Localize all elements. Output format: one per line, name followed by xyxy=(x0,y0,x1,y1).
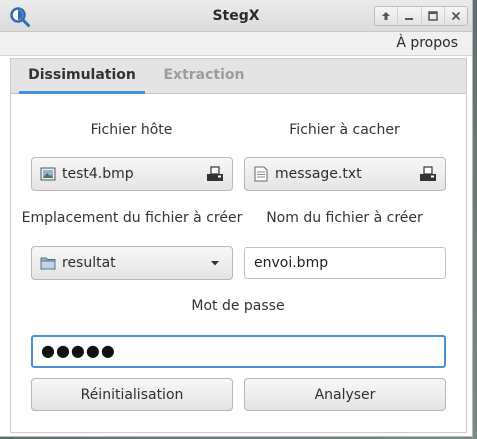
title-bar[interactable]: StegX xyxy=(0,0,472,32)
analyze-button[interactable]: Analyser xyxy=(244,378,446,411)
maximize-button[interactable] xyxy=(422,7,445,25)
close-icon xyxy=(451,11,461,21)
dissimulation-panel: Fichier hôte Fichier à cacher test4.bmp xyxy=(10,94,467,433)
tab-extraction[interactable]: Extraction xyxy=(151,59,257,94)
hidden-file-value: message.txt xyxy=(275,166,362,182)
reset-button[interactable]: Réinitialisation xyxy=(31,378,233,411)
text-file-icon xyxy=(254,166,268,182)
host-file-button[interactable]: test4.bmp xyxy=(31,157,233,191)
app-window: StegX À propos Dissimulation Extraction … xyxy=(0,0,473,437)
arrow-up-icon xyxy=(382,12,391,20)
menu-about[interactable]: À propos xyxy=(396,35,458,51)
keep-above-button[interactable] xyxy=(375,7,399,25)
open-document-icon xyxy=(420,166,436,181)
location-value: resultat xyxy=(62,255,116,271)
window-controls xyxy=(374,6,468,26)
host-file-value: test4.bmp xyxy=(62,166,134,182)
password-mask: ●●●●● xyxy=(41,341,116,360)
close-button[interactable] xyxy=(445,7,467,25)
tab-dissimulation[interactable]: Dissimulation xyxy=(19,59,145,94)
location-folder-select[interactable]: resultat xyxy=(31,246,233,280)
chevron-down-icon xyxy=(211,261,219,266)
menu-bar: À propos xyxy=(0,32,472,56)
password-label: Mot de passe xyxy=(191,298,285,314)
folder-icon xyxy=(40,257,56,270)
hidden-file-label: Fichier à cacher xyxy=(289,122,400,138)
output-name-field[interactable]: envoi.bmp xyxy=(244,247,446,279)
image-file-icon xyxy=(40,167,56,181)
tab-bar: Dissimulation Extraction xyxy=(10,58,467,94)
maximize-icon xyxy=(427,11,438,21)
minimize-icon xyxy=(405,18,414,20)
minimize-button[interactable] xyxy=(398,7,422,25)
password-field[interactable]: ●●●●● xyxy=(31,335,446,368)
location-label: Emplacement du fichier à créer xyxy=(21,210,243,226)
output-name-label: Nom du fichier à créer xyxy=(266,210,423,226)
host-file-label: Fichier hôte xyxy=(90,122,173,138)
hidden-file-button[interactable]: message.txt xyxy=(244,157,446,191)
open-document-icon xyxy=(207,166,223,181)
